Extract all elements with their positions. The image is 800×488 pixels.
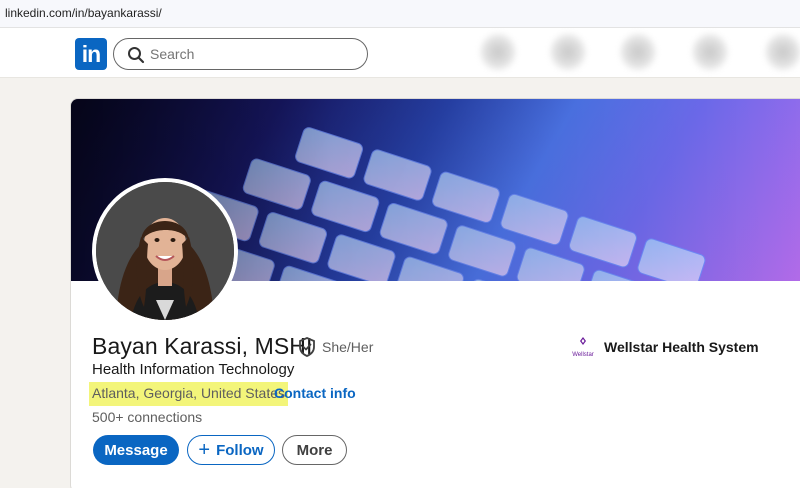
verified-shield-icon[interactable] xyxy=(298,337,316,357)
plus-icon: + xyxy=(198,439,211,461)
profile-name: Bayan Karassi, MSHI xyxy=(92,333,313,359)
contact-info-link[interactable]: Contact info xyxy=(274,385,356,401)
nav-network-icon[interactable] xyxy=(550,33,586,71)
separator-dot: · xyxy=(266,385,271,401)
connections-count[interactable]: 500+ connections xyxy=(92,409,202,425)
profile-photo[interactable] xyxy=(92,178,238,324)
nav-messaging-icon[interactable] xyxy=(692,33,728,71)
wellstar-logo-icon[interactable]: Wellstar xyxy=(570,336,596,358)
url-text[interactable]: linkedin.com/in/bayankarassi/ xyxy=(5,6,162,20)
linkedin-logo[interactable]: in xyxy=(75,38,107,70)
message-button[interactable]: Message xyxy=(93,435,179,465)
logo-text: in xyxy=(81,40,101,67)
company-name[interactable]: Wellstar Health System xyxy=(604,339,759,355)
search-icon xyxy=(128,47,145,64)
follow-button-label: Follow xyxy=(216,441,264,459)
nav-jobs-icon[interactable] xyxy=(620,33,656,71)
follow-button[interactable]: + Follow xyxy=(187,435,275,465)
company-logo-text: Wellstar xyxy=(572,352,594,358)
message-button-label: Message xyxy=(104,441,168,459)
more-button-label: More xyxy=(296,441,333,459)
profile-location: Atlanta, Georgia, United States xyxy=(89,382,288,406)
search-input[interactable] xyxy=(150,39,350,69)
nav-notifications-icon[interactable] xyxy=(765,33,800,71)
nav-home-icon[interactable] xyxy=(480,33,516,71)
more-button[interactable]: More xyxy=(282,435,347,465)
search-box[interactable] xyxy=(113,38,368,70)
person-photo-graphic xyxy=(96,182,234,320)
pronouns: She/Her xyxy=(322,339,374,355)
browser-url-bar[interactable]: linkedin.com/in/bayankarassi/ xyxy=(0,0,800,28)
profile-headline: Health Information Technology xyxy=(92,361,295,378)
